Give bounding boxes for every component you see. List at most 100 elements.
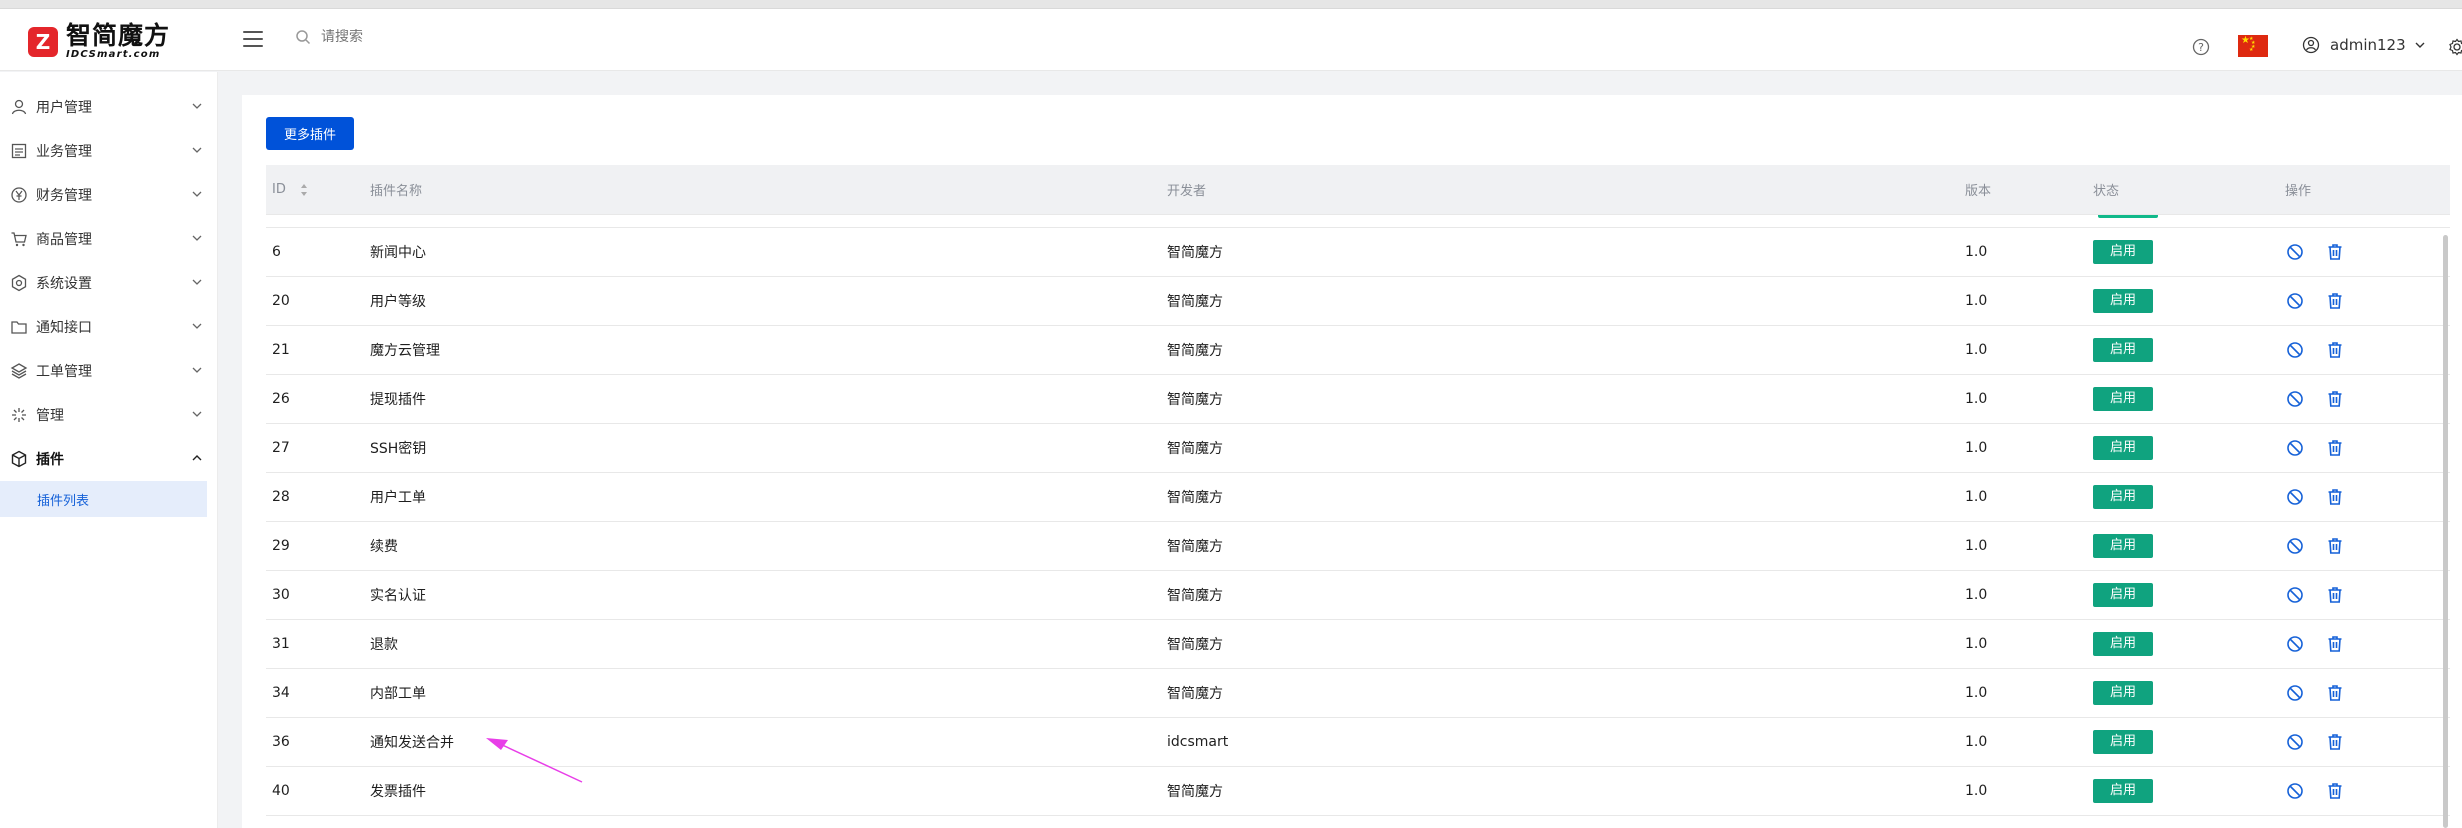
delete-icon[interactable] <box>2325 781 2345 801</box>
delete-icon[interactable] <box>2325 438 2345 458</box>
chevron-down-icon <box>192 235 202 241</box>
delete-icon[interactable] <box>2325 487 2345 507</box>
logo[interactable]: Z 智简魔方 IDCSmart.com <box>28 23 170 60</box>
cell-id: 29 <box>272 538 290 554</box>
china-flag-icon[interactable]: ★ ★ ★ ★ ★ <box>2238 35 2268 57</box>
user-icon <box>11 99 27 115</box>
cell-version: 1.0 <box>1965 734 1988 750</box>
sidebar-item-notification[interactable]: 通知接口 <box>0 305 217 349</box>
col-header-ops: 操作 <box>2285 184 2312 199</box>
table-row: 26 提现插件 智简魔方 1.0 启用 <box>266 375 2450 424</box>
chevron-down-icon <box>192 191 202 197</box>
chevron-down-icon <box>192 103 202 109</box>
disable-icon[interactable] <box>2285 340 2305 360</box>
sidebar-item-plugins[interactable]: 插件 <box>0 437 217 481</box>
cell-name: 续费 <box>370 539 398 555</box>
cell-developer: idcsmart <box>1167 734 1229 750</box>
user-menu[interactable]: admin123 <box>2302 36 2426 54</box>
gear-icon[interactable] <box>2448 38 2462 56</box>
delete-icon[interactable] <box>2325 340 2345 360</box>
status-badge[interactable]: 启用 <box>2093 779 2153 803</box>
svg-text:?: ? <box>2198 41 2204 54</box>
col-header-id: ID <box>272 182 286 197</box>
table-row: 6 新闻中心 智简魔方 1.0 启用 <box>266 228 2450 277</box>
sparkle-icon <box>12 408 26 422</box>
help-icon[interactable]: ? <box>2192 38 2210 56</box>
scrolled-row-edge <box>266 215 2450 228</box>
disable-icon[interactable] <box>2285 732 2305 752</box>
col-header-status: 状态 <box>2093 184 2120 199</box>
delete-icon[interactable] <box>2325 291 2345 311</box>
delete-icon[interactable] <box>2325 634 2345 654</box>
sidebar-item-products[interactable]: 商品管理 <box>0 217 217 261</box>
sidebar-item-tickets[interactable]: 工单管理 <box>0 349 217 393</box>
delete-icon[interactable] <box>2325 536 2345 556</box>
sidebar-item-label: 管理 <box>36 408 64 424</box>
cell-id: 34 <box>272 685 290 701</box>
disable-icon[interactable] <box>2285 438 2305 458</box>
logo-en-text: IDCSmart.com <box>66 49 161 60</box>
more-plugins-button[interactable]: 更多插件 <box>266 117 354 150</box>
table-scrollbar[interactable] <box>2443 235 2448 828</box>
chevron-up-icon <box>192 455 202 461</box>
delete-icon[interactable] <box>2325 242 2345 262</box>
search-input[interactable] <box>321 29 621 45</box>
cell-id: 40 <box>272 783 290 799</box>
status-badge[interactable]: 启用 <box>2093 485 2153 509</box>
cell-id: 27 <box>272 440 290 456</box>
cell-developer: 智简魔方 <box>1167 245 1223 261</box>
disable-icon[interactable] <box>2285 291 2305 311</box>
disable-icon[interactable] <box>2285 389 2305 409</box>
sort-icon[interactable] <box>300 182 308 198</box>
sidebar-item-management[interactable]: 管理 <box>0 393 217 437</box>
table-row: 40 发票插件 智简魔方 1.0 启用 <box>266 767 2450 816</box>
delete-icon[interactable] <box>2325 732 2345 752</box>
cell-developer: 智简魔方 <box>1167 539 1223 555</box>
status-badge[interactable]: 启用 <box>2093 436 2153 460</box>
status-badge[interactable]: 启用 <box>2093 240 2153 264</box>
logo-mark-icon: Z <box>28 26 58 57</box>
sidebar-subitem-plugin-list[interactable]: 插件列表 <box>0 481 207 517</box>
sidebar-item-users[interactable]: 用户管理 <box>0 85 217 129</box>
disable-icon[interactable] <box>2285 781 2305 801</box>
cell-name: 用户等级 <box>370 294 426 310</box>
status-badge[interactable]: 启用 <box>2093 583 2153 607</box>
menu-toggle-icon[interactable] <box>243 31 263 49</box>
disable-icon[interactable] <box>2285 487 2305 507</box>
chevron-down-icon <box>192 367 202 373</box>
plugin-table: ID 插件名称 开发者 版本 状态 操作 6 新闻中心 智简魔方 1.0 启用 … <box>266 165 2450 816</box>
delete-icon[interactable] <box>2325 585 2345 605</box>
status-badge[interactable]: 启用 <box>2093 632 2153 656</box>
status-badge[interactable]: 启用 <box>2093 289 2153 313</box>
cell-developer: 智简魔方 <box>1167 294 1223 310</box>
cell-version: 1.0 <box>1965 244 1988 260</box>
status-badge[interactable]: 启用 <box>2093 338 2153 362</box>
delete-icon[interactable] <box>2325 389 2345 409</box>
disable-icon[interactable] <box>2285 536 2305 556</box>
cell-developer: 智简魔方 <box>1167 686 1223 702</box>
table-row: 34 内部工单 智简魔方 1.0 启用 <box>266 669 2450 718</box>
delete-icon[interactable] <box>2325 683 2345 703</box>
sidebar-item-business[interactable]: 业务管理 <box>0 129 217 173</box>
sidebar-item-finance[interactable]: 财务管理 <box>0 173 217 217</box>
status-badge[interactable]: 启用 <box>2093 387 2153 411</box>
disable-icon[interactable] <box>2285 242 2305 262</box>
sidebar-item-label: 商品管理 <box>36 232 92 248</box>
status-badge[interactable]: 启用 <box>2093 681 2153 705</box>
cell-id: 31 <box>272 636 290 652</box>
disable-icon[interactable] <box>2285 585 2305 605</box>
col-header-developer: 开发者 <box>1167 184 1207 199</box>
disable-icon[interactable] <box>2285 634 2305 654</box>
status-badge[interactable]: 启用 <box>2093 534 2153 558</box>
cell-name: 用户工单 <box>370 490 426 506</box>
user-avatar-icon <box>2302 36 2320 54</box>
chevron-down-icon <box>192 323 202 329</box>
cell-version: 1.0 <box>1965 538 1988 554</box>
status-badge[interactable]: 启用 <box>2093 730 2153 754</box>
list-icon <box>11 143 27 159</box>
sidebar-item-system-settings[interactable]: 系统设置 <box>0 261 217 305</box>
disable-icon[interactable] <box>2285 683 2305 703</box>
cell-developer: 智简魔方 <box>1167 441 1223 457</box>
layers-icon <box>10 363 28 379</box>
chevron-down-icon <box>192 411 202 417</box>
